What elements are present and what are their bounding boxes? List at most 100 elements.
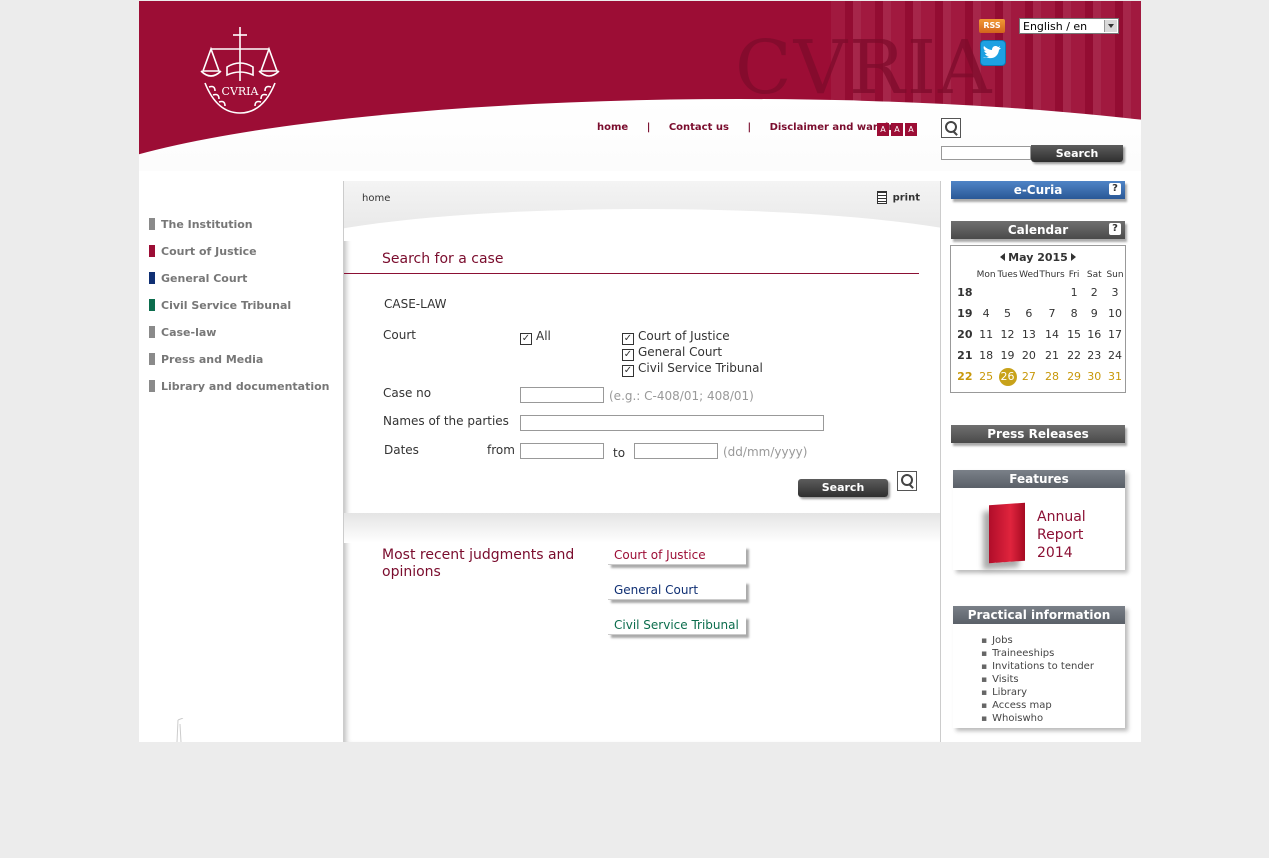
- recent-court-of-justice-button[interactable]: Court of Justice: [608, 546, 746, 565]
- nav-item-label: The Institution: [161, 218, 253, 231]
- annual-report-link[interactable]: Annual Report 2014: [1037, 508, 1086, 562]
- calendar-day[interactable]: 8: [1065, 303, 1084, 324]
- calendar-day[interactable]: 6: [1018, 303, 1039, 324]
- rss-icon[interactable]: RSS: [979, 19, 1005, 33]
- breadcrumb[interactable]: home: [362, 193, 390, 204]
- print-button[interactable]: print: [876, 191, 920, 204]
- nav-item-library[interactable]: Library and documentation: [149, 380, 330, 407]
- calendar-day[interactable]: 30: [1083, 366, 1105, 387]
- calendar-day[interactable]: 5: [997, 303, 1019, 324]
- practical-link-tenders[interactable]: Invitations to tender: [981, 660, 1094, 673]
- week-number[interactable]: 18: [954, 282, 976, 303]
- press-releases-button[interactable]: Press Releases: [951, 425, 1125, 443]
- link-separator: |: [646, 122, 651, 133]
- calendar-day[interactable]: 12: [997, 324, 1019, 345]
- font-size-small-button[interactable]: A: [877, 123, 889, 136]
- site-search-button[interactable]: Search: [1031, 145, 1123, 162]
- civil-service-tribunal-checkbox[interactable]: ✓ Civil Service Tribunal: [622, 361, 763, 377]
- calendar-month: May 2015: [951, 251, 1125, 264]
- general-court-checkbox[interactable]: ✓ General Court: [622, 345, 722, 361]
- parties-input[interactable]: [520, 415, 824, 431]
- calendar-day: [1018, 282, 1039, 303]
- calendar-day[interactable]: 19: [997, 345, 1019, 366]
- practical-link-visits[interactable]: Visits: [981, 673, 1094, 686]
- home-link[interactable]: home: [597, 122, 628, 133]
- calendar-day[interactable]: 20: [1018, 345, 1039, 366]
- nav-item-press-and-media[interactable]: Press and Media: [149, 353, 330, 380]
- nav-item-label: Civil Service Tribunal: [161, 299, 292, 312]
- font-size-large-button[interactable]: A: [905, 123, 917, 136]
- chevron-down-icon[interactable]: [1104, 20, 1117, 32]
- practical-link-traineeships[interactable]: Traineeships: [981, 647, 1094, 660]
- annual-report-cover[interactable]: [989, 502, 1025, 564]
- nav-item-label: General Court: [161, 272, 248, 285]
- case-search-button[interactable]: Search: [798, 479, 888, 497]
- calendar-day[interactable]: 2: [1083, 282, 1105, 303]
- date-from-input[interactable]: [520, 443, 604, 459]
- calendar-day[interactable]: 18: [976, 345, 997, 366]
- site-search-input[interactable]: [941, 146, 1031, 160]
- case-no-input[interactable]: [520, 387, 604, 403]
- advanced-search-icon[interactable]: [897, 471, 917, 491]
- calendar-day[interactable]: 24: [1105, 345, 1125, 366]
- help-icon[interactable]: ?: [1109, 183, 1121, 195]
- court-all-checkbox[interactable]: ✓ All: [520, 329, 551, 345]
- calendar-day[interactable]: 29: [1065, 366, 1084, 387]
- title-divider: [344, 273, 919, 274]
- calendar-day[interactable]: 16: [1083, 324, 1105, 345]
- calendar-day[interactable]: 14: [1039, 324, 1064, 345]
- date-to-input[interactable]: [634, 443, 718, 459]
- calendar-day[interactable]: 9: [1083, 303, 1105, 324]
- case-no-hint: (e.g.: C-408/01; 408/01): [609, 389, 754, 403]
- calendar-day[interactable]: 25: [976, 366, 997, 387]
- practical-link-jobs[interactable]: Jobs: [981, 634, 1094, 647]
- week-number[interactable]: 21: [954, 345, 976, 366]
- chevron-left-icon[interactable]: [1000, 253, 1006, 261]
- recent-general-court-button[interactable]: General Court: [608, 581, 746, 600]
- help-icon[interactable]: ?: [1109, 223, 1121, 235]
- practical-link-whoiswho[interactable]: Whoiswho: [981, 712, 1094, 725]
- nav-item-general-court[interactable]: General Court: [149, 272, 330, 299]
- nav-item-institution[interactable]: The Institution: [149, 218, 330, 245]
- calendar-day[interactable]: 7: [1039, 303, 1064, 324]
- font-size-medium-button[interactable]: A: [891, 123, 903, 136]
- week-number[interactable]: 19: [954, 303, 976, 324]
- calendar-day[interactable]: 3: [1105, 282, 1125, 303]
- weekday-header: Thurs: [1039, 270, 1065, 280]
- calendar-day[interactable]: 15: [1065, 324, 1084, 345]
- features-panel[interactable]: Features Annual Report 2014: [953, 470, 1125, 570]
- nav-item-civil-service-tribunal[interactable]: Civil Service Tribunal: [149, 299, 330, 326]
- calendar-day[interactable]: 10: [1105, 303, 1125, 324]
- calendar-day[interactable]: 23: [1083, 345, 1105, 366]
- recent-civil-service-tribunal-button[interactable]: Civil Service Tribunal: [608, 616, 746, 635]
- calendar-today[interactable]: 26: [997, 366, 1019, 387]
- calendar-day[interactable]: 1: [1065, 282, 1084, 303]
- practical-link-library[interactable]: Library: [981, 686, 1094, 699]
- calendar-day[interactable]: 31: [1105, 366, 1125, 387]
- week-number[interactable]: 20: [954, 324, 976, 345]
- nav-item-court-of-justice[interactable]: Court of Justice: [149, 245, 330, 272]
- calendar-day[interactable]: 22: [1065, 345, 1084, 366]
- calendar-day[interactable]: 28: [1039, 366, 1064, 387]
- calendar-day[interactable]: 11: [976, 324, 997, 345]
- calendar-day[interactable]: 13: [1018, 324, 1039, 345]
- case-no-label: Case no: [383, 386, 432, 400]
- calendar-day[interactable]: 17: [1105, 324, 1125, 345]
- contact-link[interactable]: Contact us: [669, 122, 729, 133]
- calendar-day[interactable]: 4: [976, 303, 997, 324]
- language-select[interactable]: English / en: [1019, 18, 1119, 34]
- calendar: May 2015 Mon Tues Wed Thurs Fri Sat Sun …: [950, 245, 1126, 393]
- practical-link-access-map[interactable]: Access map: [981, 699, 1094, 712]
- cvria-logo[interactable]: CVRIA: [197, 21, 283, 117]
- ecuria-button[interactable]: e-Curia ?: [951, 181, 1125, 199]
- chevron-right-icon[interactable]: [1070, 253, 1076, 261]
- court-of-justice-checkbox[interactable]: ✓ Court of Justice: [622, 329, 730, 345]
- twitter-icon[interactable]: [980, 40, 1006, 66]
- calendar-day[interactable]: 21: [1039, 345, 1064, 366]
- week-number[interactable]: 22: [954, 366, 976, 387]
- nav-item-case-law[interactable]: Case-law: [149, 326, 330, 353]
- weekday-header: Sat: [1086, 270, 1102, 280]
- advanced-search-icon[interactable]: [941, 118, 961, 138]
- calendar-day[interactable]: 27: [1018, 366, 1039, 387]
- annual-report-line: Report: [1037, 527, 1084, 543]
